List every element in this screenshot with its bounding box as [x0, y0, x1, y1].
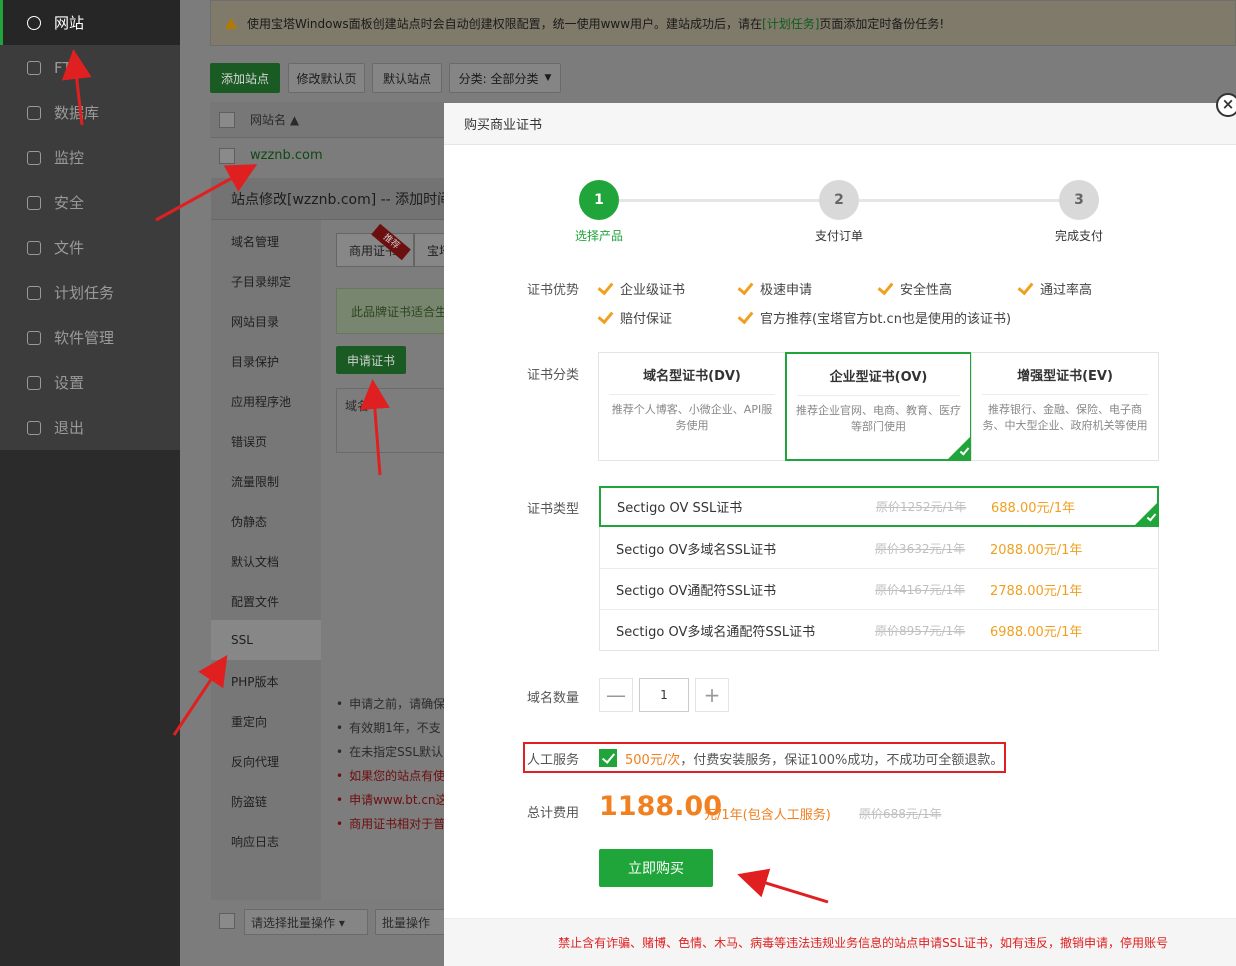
- arrow-annotation: [737, 868, 829, 904]
- arrow-annotation: [61, 49, 92, 126]
- arrow-annotation: [172, 655, 228, 736]
- arrow-annotation: [359, 379, 390, 476]
- annotation-arrows: [61, 49, 829, 904]
- arrow-annotation: [155, 164, 258, 222]
